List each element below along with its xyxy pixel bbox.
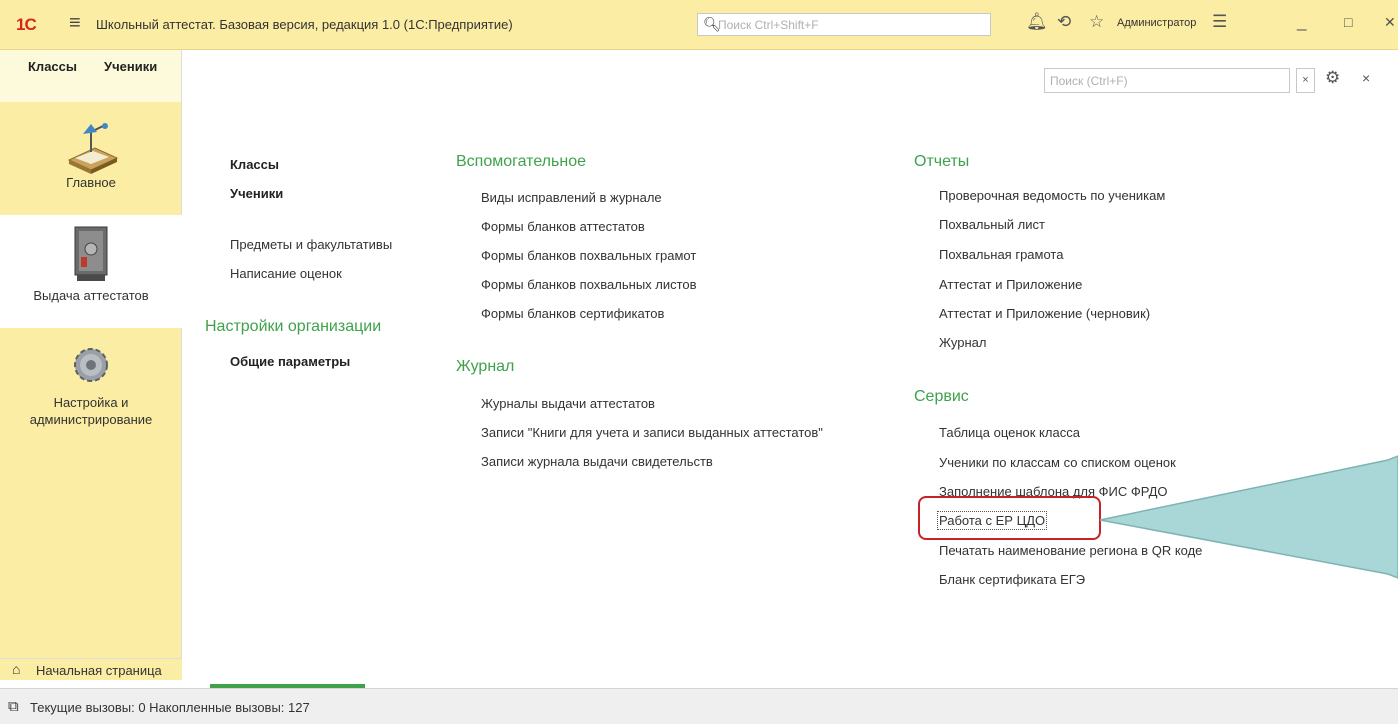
- title-bar: 1С ≡ Школьный аттестат. Базовая версия, …: [0, 0, 1398, 50]
- close-form-button[interactable]: ×: [1362, 70, 1370, 86]
- link-diploma-forms[interactable]: Формы бланков похвальных грамот: [481, 248, 696, 263]
- tab-students[interactable]: Ученики: [104, 59, 157, 74]
- link-praise-diploma[interactable]: Похвальная грамота: [939, 247, 1063, 262]
- link-issue-journals[interactable]: Журналы выдачи аттестатов: [481, 396, 655, 411]
- sidebar-label-certificates: Выдача аттестатов: [33, 288, 149, 303]
- form-search-input[interactable]: Поиск (Ctrl+F): [1044, 68, 1290, 93]
- window-title: Школьный аттестат. Базовая версия, редак…: [96, 17, 513, 32]
- history-icon[interactable]: ⟲: [1057, 12, 1071, 32]
- home-page-item[interactable]: ⌂ Начальная страница: [0, 658, 182, 680]
- link-subjects[interactable]: Предметы и факультативы: [230, 237, 392, 252]
- global-search-input[interactable]: 🔍︎ Поиск Ctrl+Shift+F: [697, 13, 991, 36]
- section-tabs: Классы Ученики: [0, 50, 182, 102]
- status-calls: Текущие вызовы: 0 Накопленные вызовы: 12…: [30, 700, 310, 715]
- link-certificate-draft[interactable]: Аттестат и Приложение (черновик): [939, 306, 1150, 321]
- link-students[interactable]: Ученики: [230, 186, 283, 201]
- bell-icon[interactable]: 🔔︎: [1026, 12, 1048, 32]
- link-praise-sheet[interactable]: Похвальный лист: [939, 217, 1045, 232]
- maximize-button[interactable]: □: [1344, 12, 1352, 32]
- tab-classes[interactable]: Классы: [28, 59, 77, 74]
- link-ege-certificate[interactable]: Бланк сертификата ЕГЭ: [939, 572, 1085, 587]
- close-window-button[interactable]: ✕: [1384, 12, 1396, 32]
- sidebar-label-main: Главное: [66, 175, 116, 190]
- link-certificate-appendix[interactable]: Аттестат и Приложение: [939, 277, 1082, 292]
- calls-icon[interactable]: ⧉: [8, 698, 19, 715]
- desk-lamp-icon: [67, 123, 119, 174]
- section-journal: Журнал: [456, 358, 515, 375]
- section-service: Сервис: [914, 388, 969, 405]
- section-auxiliary: Вспомогательное: [456, 153, 586, 170]
- main-menu-icon[interactable]: ≡: [69, 13, 81, 33]
- link-journal-records[interactable]: Записи журнала выдачи свидетельств: [481, 454, 713, 469]
- sidebar-item-certificates[interactable]: Выдача аттестатов: [0, 215, 182, 328]
- gear-icon[interactable]: ⚙: [1325, 68, 1340, 88]
- sidebar-item-main[interactable]: Главное: [0, 102, 182, 215]
- form-search-placeholder: Поиск (Ctrl+F): [1050, 74, 1128, 88]
- link-praise-sheet-forms[interactable]: Формы бланков похвальных листов: [481, 277, 697, 292]
- link-grades[interactable]: Написание оценок: [230, 266, 342, 281]
- link-book-records[interactable]: Записи "Книги для учета и записи выданны…: [481, 425, 823, 440]
- link-correction-types[interactable]: Виды исправлений в журнале: [481, 190, 662, 205]
- home-label: Начальная страница: [36, 663, 162, 678]
- callout-shape: [1099, 455, 1398, 579]
- link-grades-table[interactable]: Таблица оценок класса: [939, 425, 1080, 440]
- safe-icon: [74, 226, 108, 281]
- link-sertificate-forms[interactable]: Формы бланков сертификатов: [481, 306, 664, 321]
- minimize-button[interactable]: _: [1297, 12, 1306, 32]
- section-reports: Отчеты: [914, 153, 970, 170]
- section-org-settings: Настройки организации: [205, 318, 382, 335]
- sidebar-label-admin: Настройка и администрирование: [29, 395, 153, 427]
- star-icon[interactable]: ☆: [1089, 12, 1104, 32]
- sections-panel: Главное Выдача аттестатов Настройка и ад…: [0, 102, 182, 680]
- link-classes[interactable]: Классы: [230, 157, 279, 172]
- 1c-logo[interactable]: 1С: [16, 15, 37, 35]
- sidebar-item-admin[interactable]: Настройка и администрирование: [0, 328, 182, 448]
- home-icon: ⌂: [12, 661, 21, 677]
- link-journal-report[interactable]: Журнал: [939, 335, 986, 350]
- user-name[interactable]: Администратор: [1117, 17, 1196, 29]
- gears-icon: [74, 348, 108, 382]
- highlight-frame: [918, 496, 1101, 540]
- global-search-placeholder: Поиск Ctrl+Shift+F: [718, 18, 819, 32]
- link-certificate-forms[interactable]: Формы бланков аттестатов: [481, 219, 645, 234]
- link-check-report[interactable]: Проверочная ведомость по ученикам: [939, 188, 1165, 203]
- link-general-params[interactable]: Общие параметры: [230, 354, 350, 369]
- settings-menu-icon[interactable]: ☰: [1212, 12, 1227, 32]
- clear-search-button[interactable]: ×: [1296, 68, 1315, 93]
- status-bar: ⧉ Текущие вызовы: 0 Накопленные вызовы: …: [0, 688, 1398, 724]
